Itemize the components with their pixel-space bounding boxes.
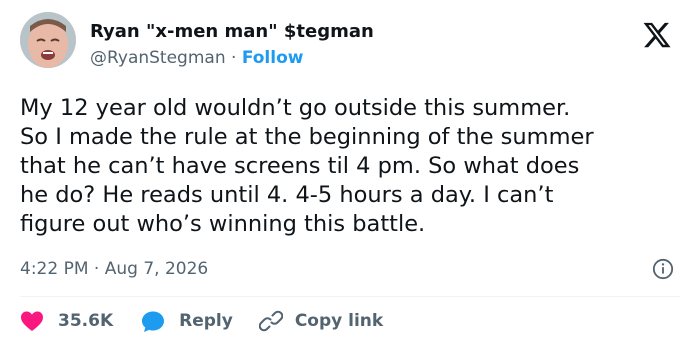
avatar-image bbox=[20, 12, 76, 68]
copy-link-button[interactable]: Copy link bbox=[258, 309, 384, 333]
author-handle-row: @RyanStegman · Follow bbox=[90, 48, 303, 68]
action-bar: 35.6K Reply Copy link bbox=[20, 305, 383, 337]
follow-button[interactable]: Follow bbox=[242, 48, 304, 68]
reply-button[interactable]: Reply bbox=[141, 310, 233, 333]
author-name[interactable]: Ryan "x-men man" $tegman bbox=[90, 21, 374, 42]
reply-label: Reply bbox=[179, 311, 233, 331]
copy-link-label: Copy link bbox=[294, 311, 384, 331]
like-button[interactable]: 35.6K bbox=[20, 310, 113, 332]
handle-separator: · bbox=[231, 48, 242, 68]
tweet-card: Ryan "x-men man" $tegman @RyanStegman · … bbox=[0, 0, 700, 348]
reply-bubble-icon bbox=[142, 311, 165, 332]
author-handle[interactable]: @RyanStegman bbox=[90, 48, 226, 68]
x-logo-icon[interactable] bbox=[642, 20, 672, 50]
avatar[interactable] bbox=[20, 12, 76, 68]
divider bbox=[20, 296, 680, 297]
link-icon bbox=[258, 310, 283, 332]
heart-icon bbox=[21, 311, 43, 331]
tweet-meta: 4:22 PM · Aug 7, 2026 bbox=[20, 259, 208, 279]
info-icon[interactable] bbox=[652, 258, 674, 280]
tweet-date[interactable]: Aug 7, 2026 bbox=[105, 259, 209, 279]
tweet-time[interactable]: 4:22 PM bbox=[20, 259, 89, 279]
like-count: 35.6K bbox=[58, 311, 114, 331]
meta-separator: · bbox=[93, 259, 105, 279]
tweet-text: My 12 year old wouldn’t go outside this … bbox=[20, 95, 594, 237]
